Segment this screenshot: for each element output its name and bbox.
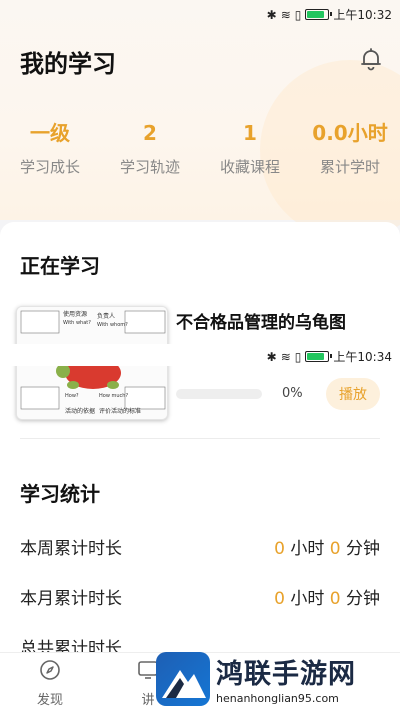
tab-label: 发现: [36, 693, 63, 708]
thumb-bottom-left: 活动的依据: [65, 407, 95, 415]
hours-unit: 小时: [290, 539, 325, 559]
battery-icon: [305, 351, 333, 362]
bell-icon[interactable]: [358, 46, 384, 72]
thumb-bottom-right-en: How much?: [99, 393, 128, 399]
hours-value: 0: [274, 539, 285, 559]
watermark-logo: [156, 652, 210, 706]
stats-row-week: 本周累计时长 0 小时 0 分钟: [20, 530, 380, 560]
status-time: 上午10:32: [333, 8, 392, 22]
row-value: 0 小时 0 分钟: [274, 584, 380, 609]
stat-value: 0.0小时: [312, 121, 388, 145]
row-label: 本月累计时长: [20, 589, 122, 609]
stat-favorites[interactable]: 1 收藏课程: [200, 118, 300, 177]
compass-icon: [40, 660, 60, 680]
bluetooth-icon: ✱: [266, 7, 277, 22]
tab-discover[interactable]: 发现: [20, 659, 80, 708]
course-name[interactable]: 不合格品管理的乌龟图: [176, 308, 346, 333]
progress-percent: 0%: [282, 386, 303, 401]
minutes-unit: 分钟: [346, 589, 380, 609]
play-button[interactable]: 播放: [326, 378, 380, 410]
section-title-learning: 正在学习: [20, 254, 100, 278]
overlay-status-icons: ✱ ≋ ▯ 上午10:34: [267, 348, 392, 365]
mountain-logo-icon: [162, 670, 206, 698]
thumb-top-left: 使用资源: [63, 310, 87, 318]
overlay-status-time: 上午10:34: [333, 350, 392, 364]
stat-growth[interactable]: 一级 学习成长: [0, 118, 100, 177]
thumb-bottom-right: 评价活动的标准: [99, 407, 141, 415]
thumb-top-right: 负责人: [97, 312, 115, 320]
stat-label: 学习成长: [19, 158, 80, 176]
hours-value: 0: [274, 589, 285, 609]
stat-hours[interactable]: 0.0小时 累计学时: [300, 118, 400, 177]
watermark-title: 鸿联手游网: [216, 659, 356, 690]
stat-value: 一级: [30, 121, 70, 145]
divider: [20, 438, 380, 439]
minutes-value: 0: [329, 589, 341, 609]
row-label: 本周累计时长: [20, 539, 122, 559]
thumb-bottom-left-en: How?: [65, 393, 79, 399]
stat-track[interactable]: 2 学习轨迹: [100, 118, 200, 177]
wifi-icon: ≋: [280, 349, 291, 364]
battery-icon: [305, 9, 333, 20]
sim-icon: ▯: [294, 349, 302, 364]
stat-label: 学习轨迹: [119, 158, 180, 176]
thumb-top-left-en: With what?: [63, 320, 91, 326]
stat-value: 2: [143, 121, 157, 145]
progress-bar: [176, 389, 262, 399]
content-card: 正在学习 使用资源 With what? 负责人 With whom? How?…: [0, 222, 400, 659]
row-value: 0 小时 0 分钟: [274, 534, 380, 559]
section-title-stats: 学习统计: [20, 482, 100, 506]
page-title: 我的学习: [20, 50, 116, 78]
stat-label: 收藏课程: [219, 158, 280, 176]
overlay-status-bar: ✱ ≋ ▯ 上午10:34: [0, 344, 400, 366]
stat-label: 累计学时: [319, 158, 380, 176]
watermark: 鸿联手游网 henanhonglian95.com: [150, 640, 400, 711]
hours-unit: 小时: [290, 589, 325, 609]
header-background: 我的学习 一级 学习成长 2 学习轨迹 1 收藏课程 0.0小时 累计学时: [0, 0, 400, 240]
thumb-top-right-en: With whom?: [97, 322, 128, 328]
bluetooth-icon: ✱: [266, 349, 277, 364]
minutes-unit: 分钟: [346, 539, 380, 559]
stats-row-month: 本月累计时长 0 小时 0 分钟: [20, 580, 380, 610]
minutes-value: 0: [329, 539, 341, 559]
wifi-icon: ≋: [280, 7, 291, 22]
status-icons: ✱ ≋ ▯ 上午10:32: [267, 6, 392, 23]
stat-value: 1: [243, 121, 257, 145]
status-bar: ✱ ≋ ▯ 上午10:32: [0, 0, 400, 28]
sim-icon: ▯: [294, 7, 302, 22]
stats-row: 一级 学习成长 2 学习轨迹 1 收藏课程 0.0小时 累计学时: [0, 118, 400, 177]
watermark-url: henanhonglian95.com: [216, 692, 339, 705]
